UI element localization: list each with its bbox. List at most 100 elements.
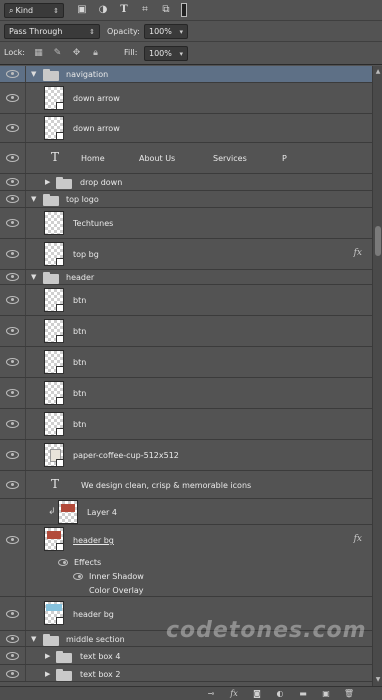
smart-object-icon (56, 366, 64, 374)
triangle-right-icon[interactable]: ▶ (45, 670, 50, 678)
eye-icon[interactable] (6, 670, 19, 678)
opacity-field[interactable]: 100% ▾ (144, 24, 188, 39)
eye-icon[interactable] (6, 610, 19, 618)
eye-icon[interactable] (6, 124, 19, 132)
smart-object-icon (56, 102, 64, 110)
filter-toggle-switch[interactable] (181, 3, 187, 17)
new-group-icon[interactable]: ▬ (297, 688, 309, 699)
chevron-down-icon: ▾ (179, 49, 183, 58)
add-mask-icon[interactable]: ◙ (251, 688, 263, 699)
visibility-column (0, 114, 26, 142)
scroll-down-icon[interactable]: ▼ (374, 676, 382, 684)
layer-header-bg-effects[interactable]: header bg fx Effects Inner Shadow Color … (0, 525, 372, 597)
visibility-column (0, 471, 26, 498)
layer-nav-text[interactable]: T Home About Us Services P (0, 143, 372, 174)
layer-thumbnail (44, 319, 64, 343)
eye-icon[interactable] (6, 389, 19, 397)
blend-toolbar: Pass Through ⇕ Opacity: 100% ▾ (0, 21, 382, 42)
triangle-right-icon[interactable]: ▶ (45, 652, 50, 660)
eye-icon[interactable] (6, 358, 19, 366)
layer-btn-4[interactable]: btn (0, 378, 372, 409)
smart-object-icon (56, 335, 64, 343)
smart-object-icon (56, 397, 64, 405)
eye-icon[interactable] (6, 420, 19, 428)
fx-icon[interactable]: fx (354, 534, 362, 544)
eye-icon[interactable] (6, 296, 19, 304)
effects-eye-icon[interactable] (58, 559, 68, 566)
scroll-up-icon[interactable]: ▲ (374, 68, 382, 76)
layer-btn-3[interactable]: btn (0, 347, 372, 378)
smart-object-icon (56, 132, 64, 140)
layer-thumbnail (44, 116, 64, 140)
eye-icon[interactable] (6, 273, 19, 281)
eye-icon[interactable] (6, 94, 19, 102)
eye-icon[interactable] (6, 635, 19, 643)
layer-group-navigation[interactable]: ▼ navigation (0, 66, 372, 83)
new-layer-icon[interactable]: ▣ (320, 688, 332, 699)
folder-icon (56, 669, 72, 681)
trash-icon[interactable]: 🗑︎ (343, 688, 355, 699)
eye-icon[interactable] (6, 327, 19, 335)
layer-paper-cup[interactable]: paper-coffee-cup-512x512 (0, 440, 372, 471)
filter-toolbar: ⌕ Kind ⇕ ▣ ◑ T ⌗ ⧉ (0, 0, 382, 21)
layer-techtunes[interactable]: Techtunes (0, 208, 372, 239)
layer-group-drop-down[interactable]: ▶ drop down (0, 174, 372, 191)
watermark: codetones.com (166, 618, 367, 643)
filter-kind-dropdown[interactable]: ⌕ Kind ⇕ (4, 3, 64, 18)
eye-icon[interactable] (6, 481, 19, 489)
layer-down-arrow-2[interactable]: down arrow (0, 114, 372, 143)
effect-color-overlay[interactable]: Color Overlay (89, 586, 144, 595)
layer-group-text-box-4[interactable]: ▶ text box 4 (0, 647, 372, 665)
scroll-thumb[interactable] (375, 226, 381, 256)
layer-btn-2[interactable]: btn (0, 316, 372, 347)
opacity-value: 100% (149, 27, 172, 36)
layer-top-bg[interactable]: top bg fx (0, 239, 372, 270)
layer-thumbnail (44, 86, 64, 110)
eye-icon[interactable] (6, 536, 19, 544)
layer-group-header[interactable]: ▼ header (0, 270, 372, 285)
triangle-down-icon[interactable]: ▼ (31, 273, 36, 281)
layer-layer-4[interactable]: ↲ Layer 4 (0, 499, 372, 525)
triangle-down-icon[interactable]: ▼ (31, 635, 36, 643)
triangle-down-icon[interactable]: ▼ (31, 195, 36, 203)
eye-icon[interactable] (6, 178, 19, 186)
filter-type-icon[interactable]: T (118, 4, 130, 16)
filter-smart-object-icon[interactable]: ⧉ (160, 4, 172, 16)
blend-mode-dropdown[interactable]: Pass Through ⇕ (4, 24, 100, 39)
layers-scrollbar[interactable]: ▲ ▼ (372, 66, 382, 686)
layer-name: btn (73, 296, 87, 305)
layer-btn-1[interactable]: btn (0, 285, 372, 316)
eye-icon[interactable] (6, 652, 19, 660)
fx-icon[interactable]: fx (354, 248, 362, 258)
eye-icon[interactable] (6, 219, 19, 227)
add-style-icon[interactable]: fx (228, 688, 240, 699)
lock-position-icon[interactable]: ✥ (71, 48, 82, 59)
lock-all-icon[interactable]: 🔒︎ (90, 48, 101, 59)
type-layer-icon: T (51, 477, 60, 491)
layer-btn-5[interactable]: btn (0, 409, 372, 440)
eye-icon[interactable] (6, 250, 19, 258)
lock-image-icon[interactable]: ✎ (52, 48, 63, 59)
smart-object-icon (56, 459, 64, 467)
link-layers-icon[interactable]: ⊸ (205, 688, 217, 699)
layer-thumbnail (44, 443, 64, 467)
triangle-down-icon[interactable]: ▼ (31, 70, 36, 78)
triangle-right-icon[interactable]: ▶ (45, 178, 50, 186)
eye-icon[interactable] (6, 70, 19, 78)
eye-icon[interactable] (6, 195, 19, 203)
filter-adjustment-icon[interactable]: ◑ (97, 4, 109, 16)
layer-down-arrow-1[interactable]: down arrow (0, 83, 372, 114)
lock-transparent-icon[interactable]: ▦ (33, 48, 44, 59)
layer-group-top-logo[interactable]: ▼ top logo (0, 191, 372, 208)
eye-icon[interactable] (6, 154, 19, 162)
filter-pixel-icon[interactable]: ▣ (76, 4, 88, 16)
effect-inner-shadow[interactable]: Inner Shadow (89, 572, 144, 581)
layer-tagline-text[interactable]: T We design clean, crisp & memorable ico… (0, 471, 372, 499)
layer-group-text-box-2[interactable]: ▶ text box 2 (0, 665, 372, 682)
filter-shape-icon[interactable]: ⌗ (139, 4, 151, 16)
adjustment-layer-icon[interactable]: ◐ (274, 688, 286, 699)
inner-shadow-eye-icon[interactable] (73, 573, 83, 580)
eye-icon[interactable] (6, 451, 19, 459)
layer-name: Techtunes (73, 219, 114, 228)
fill-field[interactable]: 100% ▾ (144, 46, 188, 61)
